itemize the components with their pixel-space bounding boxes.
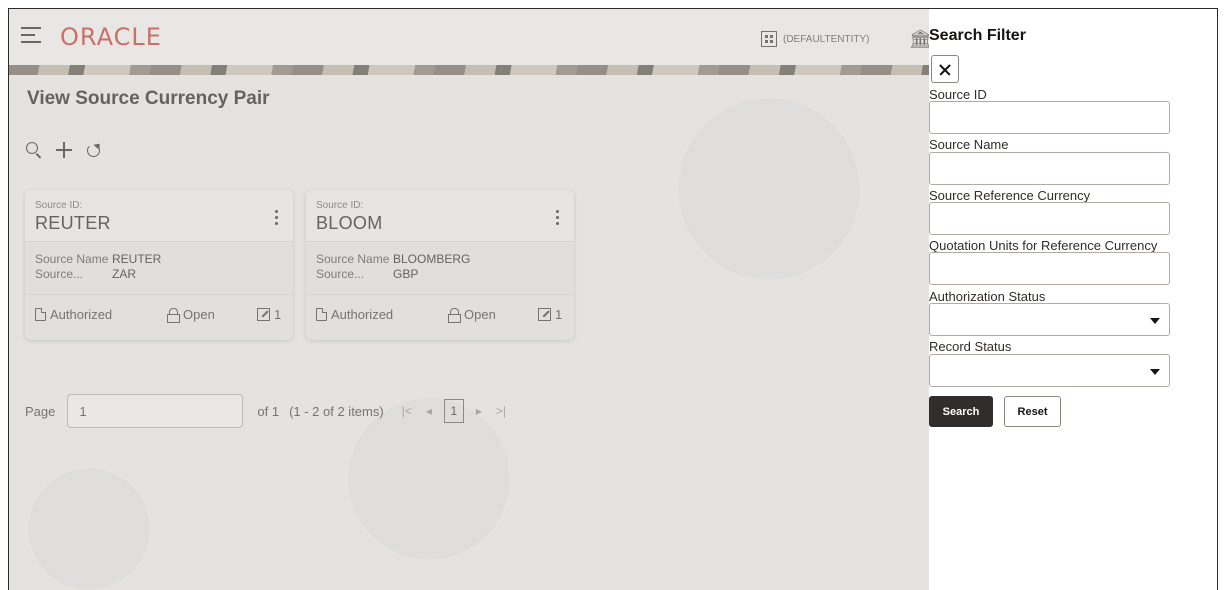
search-button[interactable]: Search <box>929 396 993 427</box>
modal-backdrop[interactable] <box>9 9 929 590</box>
source-id-input[interactable] <box>929 101 1170 134</box>
quotation-units-input[interactable] <box>929 252 1170 285</box>
quotation-units-label: Quotation Units for Reference Currency <box>929 238 1158 253</box>
search-filter-panel: Search Filter Source ID Source Name Sour… <box>929 9 1217 590</box>
source-id-label: Source ID <box>929 87 987 102</box>
source-name-input[interactable] <box>929 152 1170 185</box>
source-reference-currency-label: Source Reference Currency <box>929 188 1091 203</box>
authorization-status-label: Authorization Status <box>929 289 1046 304</box>
record-status-select[interactable] <box>929 354 1170 387</box>
authorization-status-select[interactable] <box>929 303 1170 336</box>
chevron-down-icon <box>1150 318 1160 324</box>
source-reference-currency-input[interactable] <box>929 202 1170 235</box>
source-name-label: Source Name <box>929 137 1009 152</box>
reset-button[interactable]: Reset <box>1004 396 1061 427</box>
window-frame: ORACLE (DEFAULTENTITY) 🏛︎ View Source Cu… <box>8 8 1218 590</box>
panel-title: Search Filter <box>929 27 1026 44</box>
record-status-label: Record Status <box>929 339 1012 354</box>
close-icon[interactable] <box>931 55 959 83</box>
main-app: ORACLE (DEFAULTENTITY) 🏛︎ View Source Cu… <box>9 9 929 590</box>
chevron-down-icon <box>1150 369 1160 375</box>
